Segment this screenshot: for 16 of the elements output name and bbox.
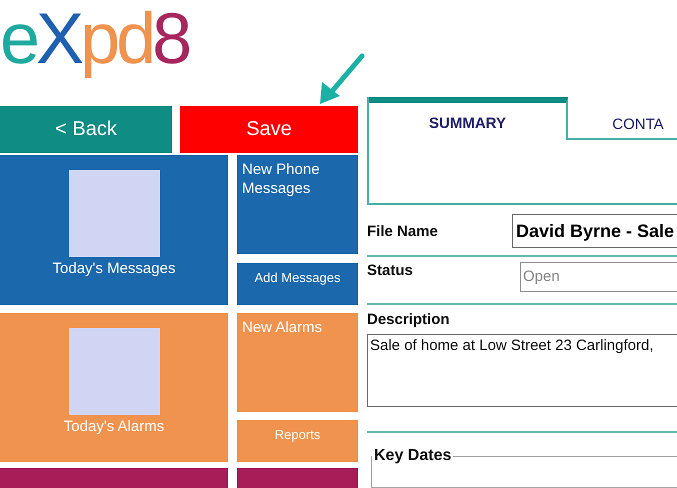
status-field[interactable]: Open xyxy=(520,262,677,292)
save-button[interactable]: Save xyxy=(180,106,358,153)
back-button[interactable]: < Back xyxy=(0,106,172,153)
file-name-field[interactable]: David Byrne - Sale xyxy=(512,214,677,248)
tile[interactable]: Add Messages xyxy=(237,262,358,305)
tab[interactable]: SUMMARY xyxy=(369,97,568,140)
field-label: Description xyxy=(367,311,451,328)
tile[interactable]: New Phone Messages xyxy=(237,154,358,254)
tile[interactable] xyxy=(237,468,358,488)
logo: eXpd8 xyxy=(0,0,188,78)
tile[interactable]: Today's Messages xyxy=(0,154,228,305)
key-dates-group: Key Dates xyxy=(371,447,677,488)
description-field[interactable]: Sale of home at Low Street 23 Carlingford, xyxy=(367,334,677,408)
tile[interactable] xyxy=(0,468,228,488)
field-label: Status xyxy=(367,262,414,279)
field-label: File Name xyxy=(367,222,439,240)
